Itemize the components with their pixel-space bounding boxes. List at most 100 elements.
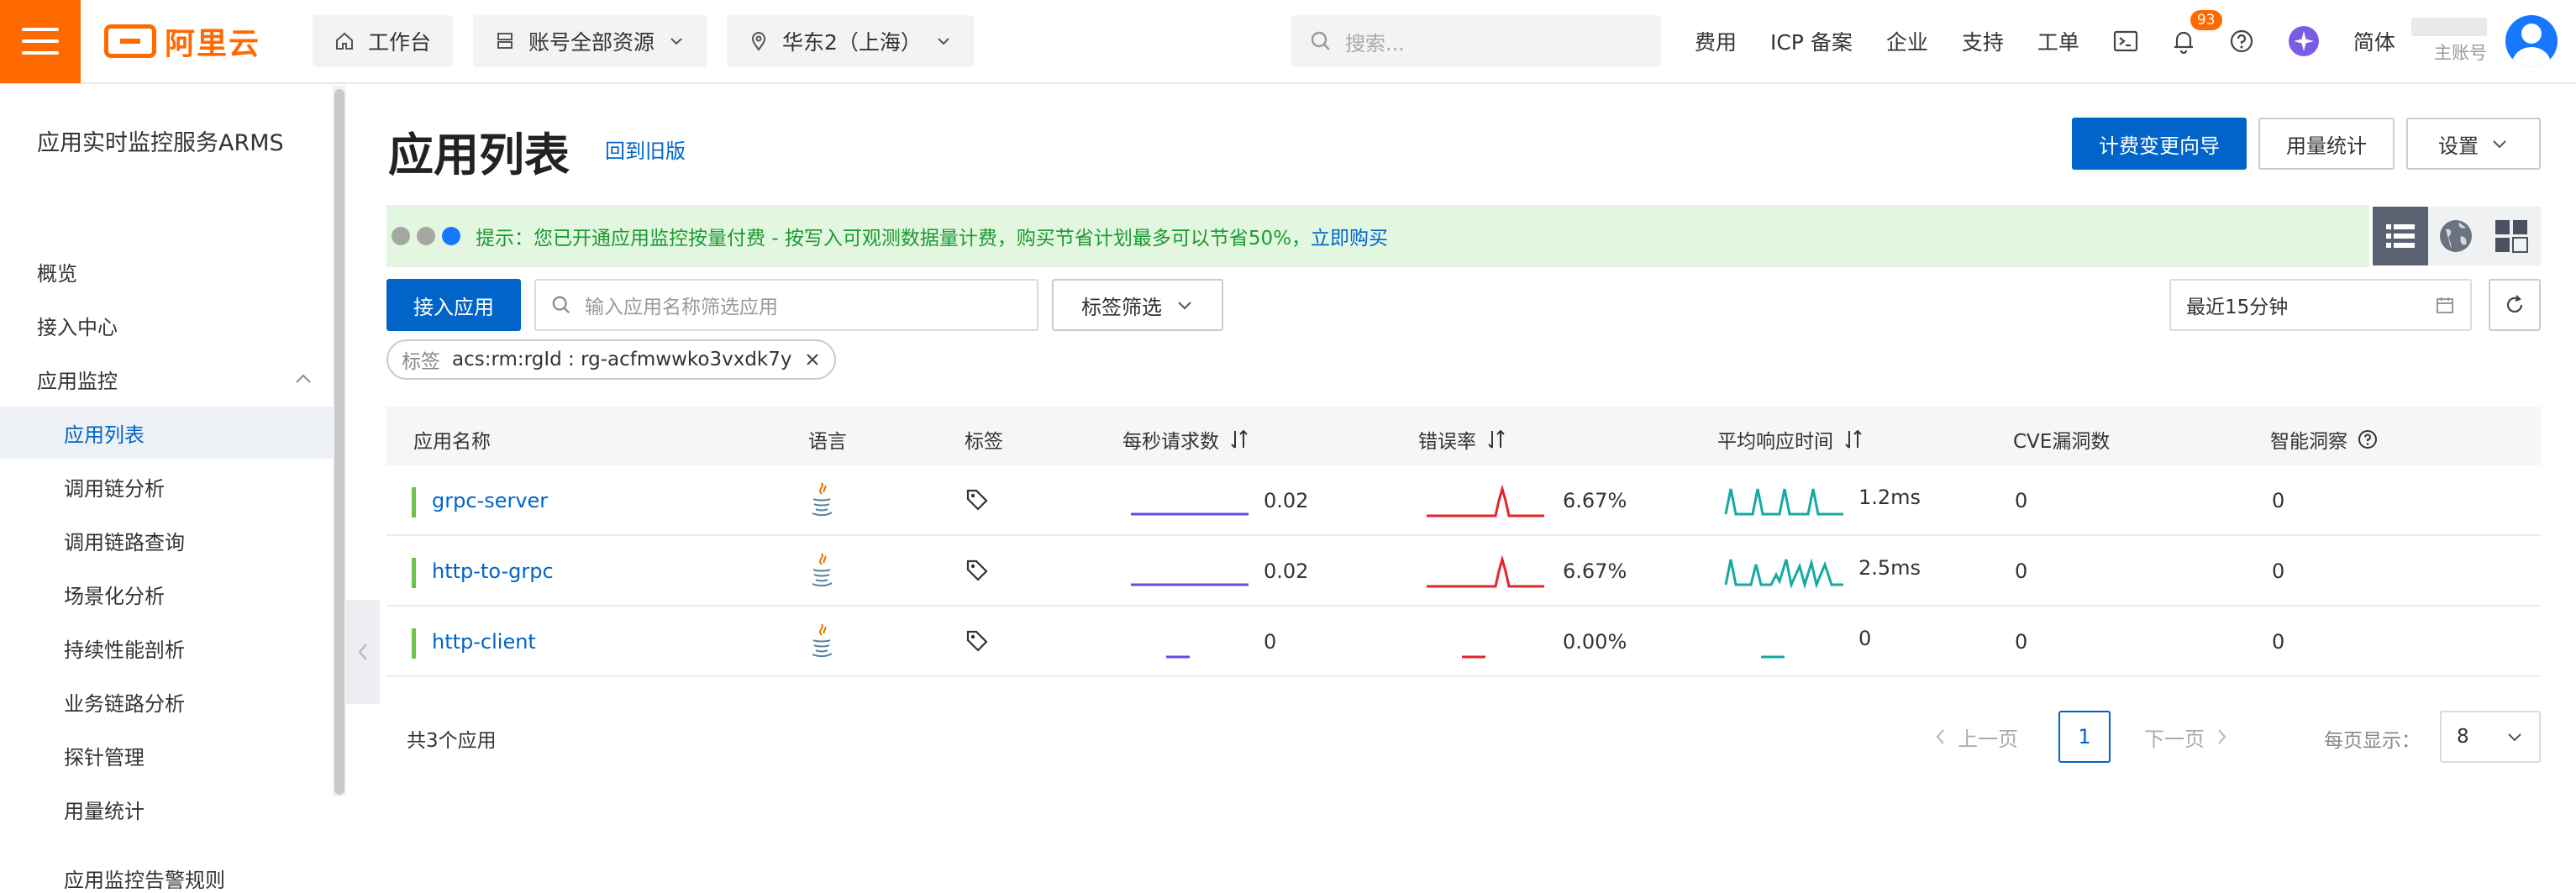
table-row[interactable]: http-client 0 0.00% 0 0 0 [386,607,2541,677]
column-header-cve: CVE漏洞数 [2013,431,2111,453]
sidebar-item-alert-rules[interactable]: 应用监控告警规则 [0,837,333,892]
error-rate-sparkline [1462,655,1485,659]
sidebar-item-app-monitoring[interactable]: 应用监控 [0,353,333,405]
app-filter-input[interactable]: 输入应用名称筛选应用 [534,279,1038,331]
sidebar-item-app-list[interactable]: 应用列表 [0,407,333,459]
help-icon[interactable] [2358,429,2378,449]
table-header: 应用名称 语言 标签 每秒请求数 错误率 平均响应时间 CVE漏洞数 智能洞察 [386,407,2541,465]
sidebar-item-label: 持续性能剖析 [64,638,185,662]
response-time-sparkline [1761,655,1785,659]
health-status-bar [412,487,416,517]
error-rate-value: 6.67% [1563,489,1627,512]
prev-page-label: 上一页 [1958,727,2018,751]
refresh-button[interactable] [2489,279,2541,331]
notification-count-badge: 93 [2190,10,2222,30]
app-name-link[interactable]: grpc-server [432,489,548,512]
page-size-select[interactable]: 8 [2440,711,2541,763]
column-header-avg-response-time[interactable]: 平均响应时间 [1717,425,1864,454]
buy-now-link[interactable]: 立即购买 [1311,222,1388,250]
workbench-button[interactable]: 工作台 [313,15,454,67]
nav-link-ticket[interactable]: 工单 [2037,26,2079,56]
aliyun-logo[interactable]: 阿里云 [104,19,272,63]
search-placeholder: 搜索... [1344,31,1405,55]
page-number-current[interactable]: 1 [2058,711,2111,763]
region-label: 华东2（上海） [782,30,922,55]
close-icon[interactable] [804,351,821,368]
table-row[interactable]: http-to-grpc 0.02 6.67% 2.5ms 0 0 [386,536,2541,607]
menu-icon[interactable] [0,0,81,83]
column-header-language: 语言 [808,431,847,453]
account-info[interactable]: 主账号 [2411,18,2487,65]
back-to-old-version-link[interactable]: 回到旧版 [605,134,686,164]
qps-sparkline [1131,583,1249,586]
sidebar-item-usage-stats[interactable]: 用量统计 [0,783,333,835]
search-icon [552,296,570,314]
nav-link-icp[interactable]: ICP 备案 [1770,26,1853,56]
nav-link-billing[interactable]: 费用 [1695,26,1737,56]
sidebar-collapse-button[interactable] [346,600,380,704]
cve-count: 0 [2015,489,2028,512]
sidebar-scrollbar[interactable] [333,86,346,796]
terminal-icon[interactable] [2113,29,2138,53]
prev-page-button[interactable]: 上一页 [1932,711,2018,763]
tag-icon[interactable] [965,487,990,517]
notice-carousel-dots[interactable] [392,227,460,245]
global-search-input[interactable]: 搜索... [1291,15,1661,67]
sidebar-item-trace-query[interactable]: 调用链路查询 [0,514,333,566]
help-icon[interactable] [2229,29,2254,54]
settings-dropdown[interactable]: 设置 [2406,118,2541,170]
notification-bell-icon[interactable]: 93 [2172,10,2222,54]
column-header-insight: 智能洞察 [2270,425,2378,454]
column-header-qps[interactable]: 每秒请求数 [1122,425,1249,454]
grid-view-icon[interactable] [2484,207,2539,265]
workbench-label: 工作台 [368,30,432,55]
app-name-link[interactable]: http-client [432,630,536,654]
scrollbar-thumb[interactable] [334,89,344,795]
sort-icon[interactable] [1229,428,1249,450]
sidebar-item-scenario-analysis[interactable]: 场景化分析 [0,568,333,620]
tag-filter-dropdown[interactable]: 标签筛选 [1052,279,1223,331]
globe-view-icon[interactable] [2428,207,2484,265]
chevron-down-icon [670,38,682,45]
sidebar-item-business-trace[interactable]: 业务链路分析 [0,675,333,728]
tag-icon[interactable] [965,628,990,659]
chevron-down-icon [2508,733,2521,742]
sort-icon[interactable] [1486,428,1506,450]
error-rate-sparkline [1427,554,1544,588]
billing-wizard-button[interactable]: 计费变更向导 [2072,118,2247,170]
top-navigation-bar: 阿里云 工作台 账号全部资源 华东2（上海） 搜索... 费用 ICP 备案 企… [0,0,2576,84]
column-header-error-rate[interactable]: 错误率 [1418,425,1506,454]
response-time-sparkline [1724,488,1843,516]
resources-dropdown[interactable]: 账号全部资源 [473,15,707,67]
tag-icon[interactable] [965,558,990,588]
sidebar-item-profiling[interactable]: 持续性能剖析 [0,622,333,674]
app-name-link[interactable]: http-to-grpc [432,559,554,583]
account-type-label: 主账号 [2434,43,2487,63]
sidebar-item-trace-analysis[interactable]: 调用链分析 [0,460,333,512]
usage-stats-button[interactable]: 用量统计 [2258,118,2395,170]
chevron-left-icon [1936,729,1944,744]
sidebar-item-access-center[interactable]: 接入中心 [0,299,333,351]
next-page-button[interactable]: 下一页 [2144,711,2230,763]
avatar[interactable] [2505,15,2558,67]
nav-link-support[interactable]: 支持 [1962,26,2004,56]
ai-assistant-icon[interactable] [2288,25,2320,57]
sidebar-item-overview[interactable]: 概览 [0,245,333,297]
language-switch[interactable]: 简体 [2353,26,2395,56]
region-dropdown[interactable]: 华东2（上海） [727,15,974,67]
insight-count: 0 [2272,630,2285,654]
qps-value: 0.02 [1264,559,1309,583]
table-row[interactable]: grpc-server 0.02 6.67% 1.2ms 0 0 [386,465,2541,536]
sidebar-item-label: 接入中心 [37,315,118,339]
list-view-icon[interactable] [2373,207,2428,265]
sort-icon[interactable] [1843,428,1864,450]
java-icon [808,551,835,593]
qps-sparkline [1131,512,1249,516]
nav-link-enterprise[interactable]: 企业 [1886,26,1928,56]
page-title: 应用列表 [388,129,570,181]
sidebar-item-agent-management[interactable]: 探针管理 [0,729,333,781]
response-time-sparkline [1724,558,1843,590]
column-header-app-name: 应用名称 [413,431,491,453]
connect-app-button[interactable]: 接入应用 [386,279,521,331]
time-range-picker[interactable]: 最近15分钟 [2169,279,2472,331]
